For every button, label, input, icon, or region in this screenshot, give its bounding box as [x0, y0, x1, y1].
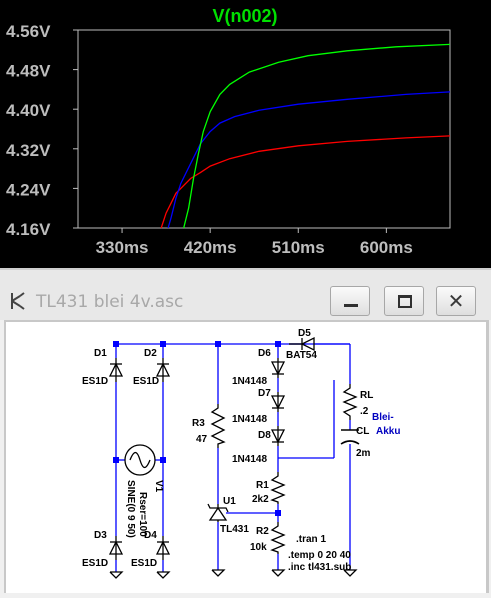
close-button[interactable]: ✕ — [436, 286, 476, 316]
label-d5[interactable]: D5 — [298, 328, 311, 339]
voltage-source-v1 — [124, 444, 156, 476]
trace-title[interactable]: V(n002) — [212, 6, 277, 26]
ground-d3 — [109, 571, 124, 579]
model-d6[interactable]: 1N4148 — [232, 376, 267, 387]
series-layer — [160, 43, 451, 229]
directive-inc[interactable]: .inc tl431.sub — [288, 562, 351, 573]
label-r1[interactable]: R1 — [256, 480, 269, 491]
label-cl[interactable]: CL — [356, 426, 369, 437]
maximize-icon — [398, 295, 412, 308]
directive-temp[interactable]: .temp 0 20 40 — [288, 550, 351, 561]
model-d7[interactable]: 1N4148 — [232, 414, 267, 425]
label-d1[interactable]: D1 — [94, 348, 107, 359]
label-rl[interactable]: RL — [360, 390, 373, 401]
y-tick-label: 4.56V — [6, 22, 51, 41]
x-tick-label: 330ms — [96, 238, 149, 257]
note-line2[interactable]: Akku — [376, 426, 400, 437]
model-d1[interactable]: ES1D — [82, 376, 108, 387]
x-tick-label: 510ms — [272, 238, 325, 257]
model-d3[interactable]: ES1D — [82, 558, 108, 569]
x-axis: 330ms 420ms 510ms 600ms — [96, 228, 413, 257]
value-r2[interactable]: 10k — [250, 542, 267, 553]
ground-d4 — [156, 571, 171, 579]
directive-tran[interactable]: .tran 1 — [296, 534, 326, 545]
resistor-rl-symbol — [342, 384, 358, 420]
rser-v1[interactable]: Rser=100 — [137, 492, 148, 537]
trace-line-3[interactable] — [183, 43, 451, 229]
model-u1[interactable]: TL431 — [220, 524, 249, 535]
y-tick-label: 4.48V — [6, 62, 51, 81]
label-d7[interactable]: D7 — [258, 388, 271, 399]
x-tick-label: 600ms — [360, 238, 413, 257]
model-d2[interactable]: ES1D — [133, 376, 159, 387]
value-cl[interactable]: 2m — [356, 448, 371, 459]
y-tick-label: 4.24V — [6, 180, 51, 199]
schematic-canvas[interactable]: D1 ES1D D2 ES1D D3 ES1D D4 ES1D V1 SINE(… — [6, 322, 486, 593]
resistor-r3-symbol — [210, 404, 226, 448]
value-r3[interactable]: 47 — [196, 434, 208, 445]
label-r2[interactable]: R2 — [256, 526, 269, 537]
ground-r2 — [271, 569, 286, 577]
model-d4[interactable]: ES1D — [131, 558, 157, 569]
label-d6[interactable]: D6 — [258, 348, 271, 359]
label-v1[interactable]: V1 — [153, 480, 164, 493]
y-axis: 4.56V 4.48V 4.40V 4.32V 4.24V 4.16V — [6, 22, 78, 239]
minimize-button[interactable] — [330, 286, 370, 316]
y-tick-label: 4.16V — [6, 220, 51, 239]
value-r1[interactable]: 2k2 — [252, 494, 269, 505]
label-r3[interactable]: R3 — [192, 418, 205, 429]
x-tick-label: 420ms — [184, 238, 237, 257]
y-tick-label: 4.32V — [6, 141, 51, 160]
model-d8[interactable]: 1N4148 — [232, 454, 267, 465]
label-d2[interactable]: D2 — [144, 348, 157, 359]
schematic-window-icon — [11, 292, 25, 310]
ground-u1 — [211, 569, 226, 577]
close-icon: ✕ — [447, 289, 465, 313]
note-line1[interactable]: Blei- — [372, 412, 394, 423]
label-d8[interactable]: D8 — [258, 430, 271, 441]
window-title: TL431 blei 4v.asc — [36, 292, 184, 312]
y-tick-label: 4.40V — [6, 101, 51, 120]
trace-line-1[interactable] — [160, 135, 451, 229]
model-d5[interactable]: BAT54 — [286, 350, 317, 361]
resistor-r1-symbol — [270, 472, 286, 504]
minimize-icon — [344, 304, 358, 307]
label-u1[interactable]: U1 — [223, 496, 236, 507]
maximize-button[interactable] — [384, 286, 424, 316]
value-v1[interactable]: SINE(0 9 50) — [125, 480, 136, 538]
resistor-r2-symbol — [270, 522, 286, 554]
waveform-plot-pane[interactable]: V(n002) 4.56V 4.48V 4.40V 4.32V 4.24V 4.16V 3… — [0, 0, 491, 268]
waveform-chart: V(n002) 4.56V 4.48V 4.40V 4.32V 4.24V 4.16V 3… — [6, 6, 451, 257]
plot-frame — [77, 29, 451, 229]
value-rl[interactable]: .2 — [360, 406, 369, 417]
label-d3[interactable]: D3 — [94, 530, 107, 541]
